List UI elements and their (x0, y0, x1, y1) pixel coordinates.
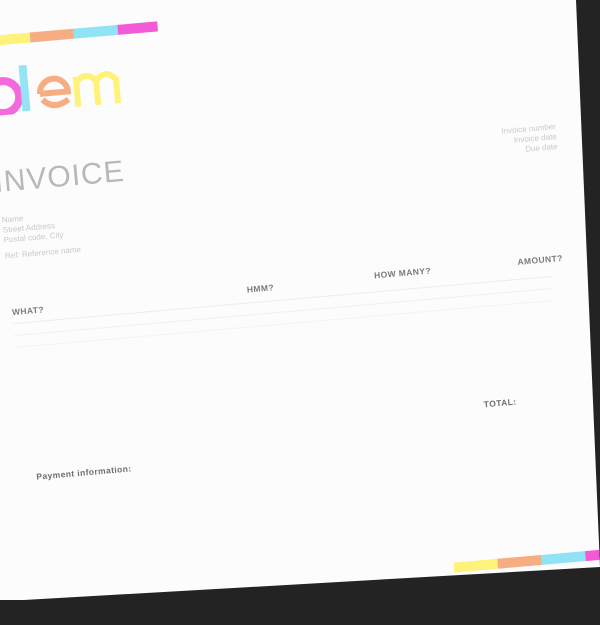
col-header-amount: AMOUNT? (517, 252, 564, 267)
document-page: olem INVOICE Invoice number Invoice date… (0, 0, 600, 600)
total-label: TOTAL: (483, 396, 517, 410)
bottom-color-bar-yellow (453, 558, 499, 573)
company-logo: olem (0, 64, 122, 117)
bottom-color-bar-magenta (584, 549, 600, 562)
payment-title: Payment information: (35, 463, 132, 482)
bottom-color-bar-cyan (541, 551, 586, 565)
table-row (15, 299, 554, 349)
logo-m (72, 71, 122, 107)
client-reference: Ref: Reference name (4, 244, 82, 261)
top-color-bar-cyan (73, 24, 119, 39)
logo-e (37, 75, 72, 109)
table-row (13, 287, 552, 337)
invoice-sheet: olem INVOICE Invoice number Invoice date… (0, 0, 600, 600)
invoice-meta: Invoice number Invoice date Due date (456, 122, 558, 161)
top-color-bar-magenta (117, 21, 159, 35)
top-color-bar-orange (29, 28, 75, 43)
invoice-title: INVOICE (0, 154, 126, 200)
col-header-how-many: HOW MANY? (373, 265, 432, 281)
logo-o (0, 77, 24, 117)
col-header-what: WHAT? (11, 304, 45, 318)
client-address: Name Street Address Postal code, City (2, 210, 64, 245)
col-header-hmm: HMM? (246, 282, 275, 295)
table-row (12, 276, 551, 325)
bottom-color-bar-orange (497, 554, 543, 569)
top-color-bar-yellow (0, 32, 31, 47)
